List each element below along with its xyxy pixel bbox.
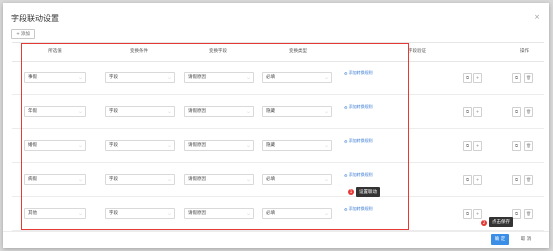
dialog-title: 字段联动设置 [11,14,59,23]
field-linkage-dialog: 字段联动设置 × + 添加 所选值 变换条件 变换字段 变换类型 字段验证 操作… [3,3,549,248]
tooltip-click-save: 点击保存 [489,217,513,227]
delete-icon[interactable]: 🗑 [524,73,533,83]
copy-row-icon[interactable]: ⧉ [512,175,521,185]
delete-icon[interactable]: 🗑 [524,141,533,151]
copy-row-icon[interactable]: ⧉ [512,141,521,151]
add-icon[interactable]: + [473,209,482,219]
add-button-label: 添加 [20,32,30,37]
cancel-button[interactable]: 取 消 [517,234,535,245]
copy-row-icon[interactable]: ⧉ [512,209,521,219]
add-button[interactable]: + 添加 [11,29,35,39]
add-icon[interactable]: + [473,141,482,151]
delete-icon[interactable]: 🗑 [524,175,533,185]
add-icon[interactable]: + [473,175,482,185]
confirm-button[interactable]: 确 定 [491,234,509,245]
copy-icon[interactable]: ⧉ [463,73,472,83]
footer-divider [3,231,549,232]
copy-icon[interactable]: ⧉ [463,175,472,185]
add-icon[interactable]: + [473,107,482,117]
step-badge-1: 1 [348,189,354,195]
copy-row-icon[interactable]: ⧉ [512,73,521,83]
add-icon[interactable]: + [473,73,482,83]
copy-icon[interactable]: ⧉ [463,107,472,117]
copy-row-icon[interactable]: ⧉ [512,107,521,117]
delete-icon[interactable]: 🗑 [524,209,533,219]
tooltip-set-linkage: 设置联动 [356,187,380,197]
copy-icon[interactable]: ⧉ [463,209,472,219]
step-badge-2: 2 [481,220,487,226]
plus-icon: + [16,31,20,37]
close-icon[interactable]: × [534,13,540,21]
copy-icon[interactable]: ⧉ [463,141,472,151]
highlight-frame [21,43,409,230]
delete-icon[interactable]: 🗑 [524,107,533,117]
header-actions: 操作 [520,49,529,54]
